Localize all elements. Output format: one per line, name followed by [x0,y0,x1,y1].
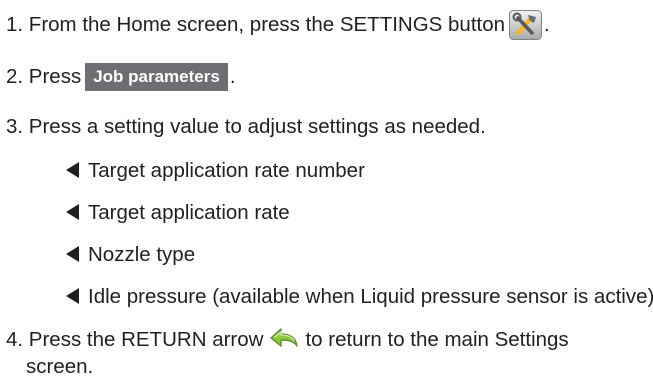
instruction-page: 1. From the Home screen, press the SETTI… [0,0,653,385]
list-item: Target application rate number [66,159,365,183]
step-3-text: 3. Press a setting value to adjust setti… [6,115,486,138]
left-triangle-icon [66,288,79,304]
step-2: 2. Press Job parameters. [6,63,236,91]
list-item-label: Target application rate number [88,159,365,182]
step-1-end: . [544,13,550,36]
step-4-text-after: to return to the main Settings [305,328,569,351]
step-2-text: 2. Press [6,65,82,88]
list-item-label: Idle pressure (available when Liquid pre… [88,285,653,308]
return-arrow-icon [267,327,301,351]
step-1: 1. From the Home screen, press the SETTI… [6,10,550,40]
step-4-text-wrap: screen. [26,355,94,378]
left-triangle-icon [66,246,79,262]
job-parameters-button: Job parameters [85,63,228,91]
list-item: Target application rate [66,201,290,225]
list-item-label: Nozzle type [88,243,196,266]
left-triangle-icon [66,204,79,220]
list-item: Nozzle type [66,243,195,267]
settings-tools-icon [509,10,543,40]
step-4-text: 4. Press the RETURN arrow [6,328,264,351]
list-item: Idle pressure (available when Liquid pre… [66,285,653,309]
left-triangle-icon [66,162,79,178]
step-4-wrap: screen. [26,355,93,379]
list-item-label: Target application rate [88,201,290,224]
step-4: 4. Press the RETURN arrow to return to t… [6,327,569,352]
step-2-end: . [229,65,236,88]
step-3: 3. Press a setting value to adjust setti… [6,115,486,139]
step-1-text: 1. From the Home screen, press the SETTI… [6,13,506,36]
